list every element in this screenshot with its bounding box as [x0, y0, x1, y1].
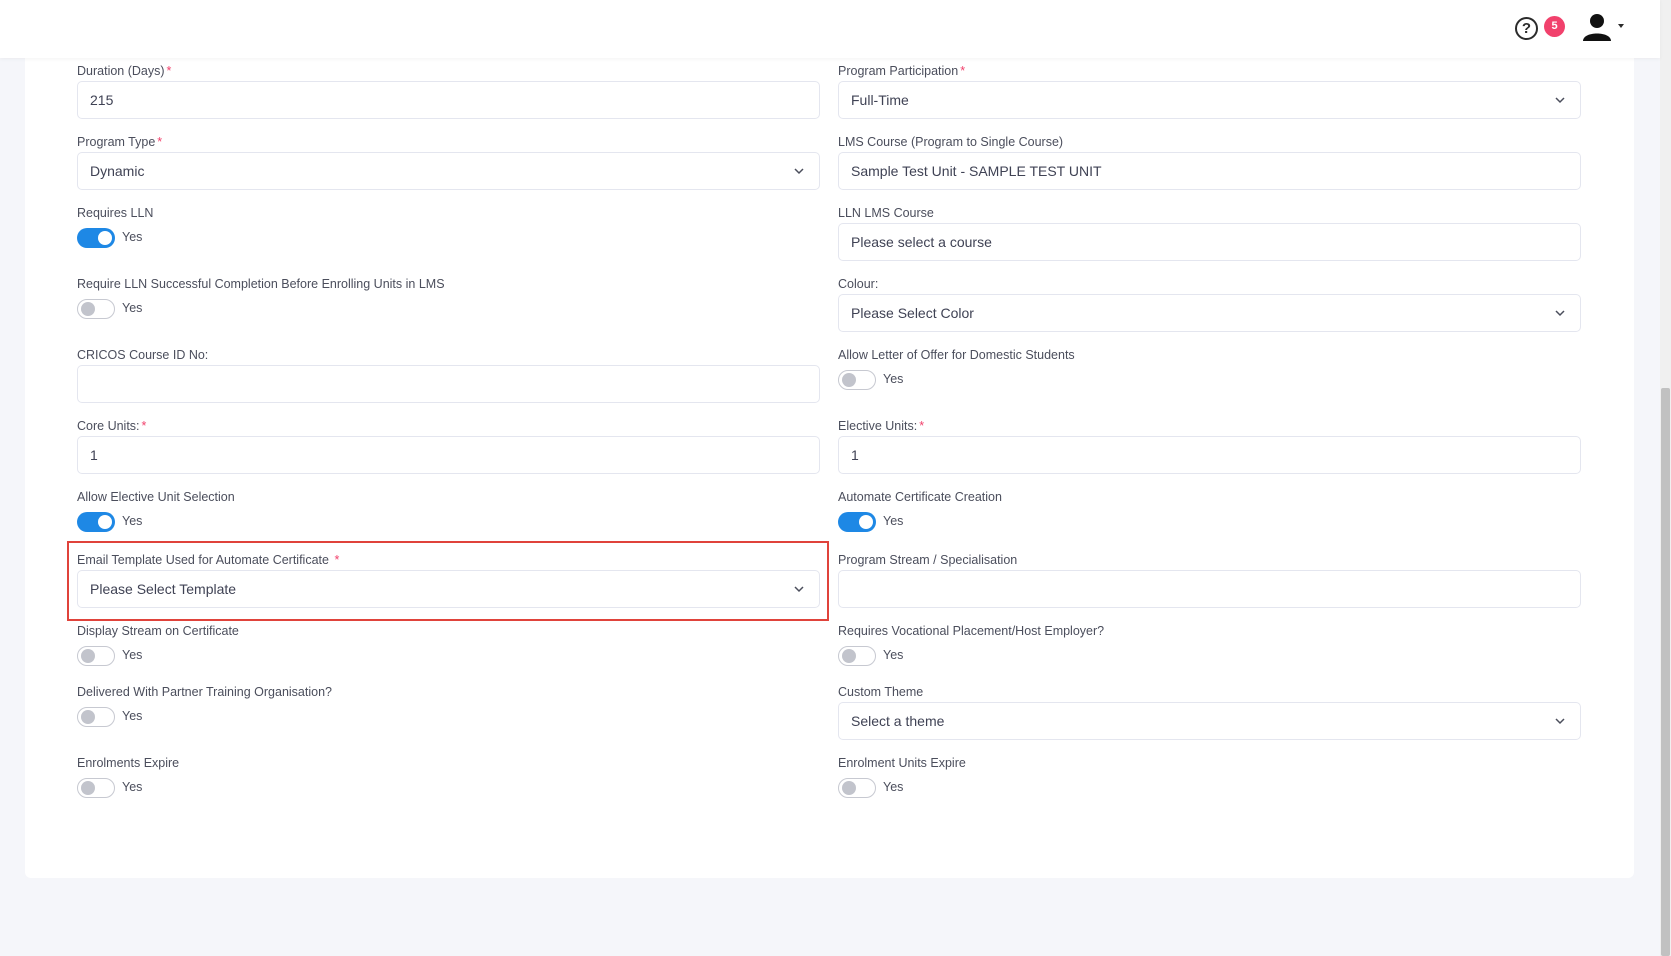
- enrolment-units-expire-label: Enrolment Units Expire: [838, 756, 966, 770]
- caret-down-icon: [1618, 24, 1624, 28]
- required-asterisk: *: [960, 64, 966, 78]
- toggle-knob: [81, 710, 95, 724]
- toggle-knob: [842, 781, 856, 795]
- lln-lms-course-label: LLN LMS Course: [838, 206, 934, 220]
- allow-elective-selection-label: Allow Elective Unit Selection: [77, 490, 235, 504]
- chevron-down-icon: [1555, 97, 1565, 104]
- custom-theme-value: Select a theme: [851, 713, 945, 729]
- toggle-knob: [859, 515, 873, 529]
- required-asterisk: *: [919, 419, 925, 433]
- help-icon[interactable]: ?: [1515, 17, 1538, 40]
- toggle-knob: [98, 515, 112, 529]
- toggle-yes-label: Yes: [122, 709, 143, 723]
- automate-certificate-label: Automate Certificate Creation: [838, 490, 1002, 504]
- duration-label: Duration (Days): [77, 64, 165, 78]
- automate-certificate-toggle[interactable]: [838, 512, 876, 532]
- user-menu[interactable]: [1578, 10, 1628, 46]
- email-template-value: Please Select Template: [90, 581, 237, 597]
- partner-training-toggle[interactable]: [77, 707, 115, 727]
- toggle-yes-label: Yes: [883, 514, 904, 528]
- toggle-yes-label: Yes: [122, 230, 143, 244]
- email-template-select[interactable]: Please Select Template: [77, 570, 820, 608]
- elective-units-input[interactable]: 1: [838, 436, 1581, 474]
- user-avatar-icon: [1583, 14, 1611, 41]
- required-asterisk: *: [166, 64, 172, 78]
- chevron-down-icon: [1555, 310, 1565, 317]
- program-participation-label: Program Participation: [838, 64, 959, 78]
- program-participation-value: Full-Time: [851, 92, 909, 108]
- enrolment-units-expire-toggle[interactable]: [838, 778, 876, 798]
- enrolments-expire-label: Enrolments Expire: [77, 756, 180, 770]
- toggle-knob: [81, 781, 95, 795]
- toggle-yes-label: Yes: [883, 372, 904, 386]
- require-lln-completion-toggle[interactable]: [77, 299, 115, 319]
- program-type-label: Program Type: [77, 135, 156, 149]
- lms-course-label: LMS Course (Program to Single Course): [838, 135, 1064, 149]
- toggle-yes-label: Yes: [122, 648, 143, 662]
- duration-input[interactable]: 215: [77, 81, 820, 119]
- toggle-knob: [81, 302, 95, 316]
- toggle-yes-label: Yes: [122, 301, 143, 315]
- vocational-placement-toggle[interactable]: [838, 646, 876, 666]
- program-type-select[interactable]: Dynamic: [77, 152, 820, 190]
- required-asterisk: *: [157, 135, 163, 149]
- program-stream-label: Program Stream / Specialisation: [838, 553, 1018, 567]
- cricos-id-label: CRICOS Course ID No:: [77, 348, 209, 362]
- allow-letter-of-offer-toggle[interactable]: [838, 370, 876, 390]
- custom-theme-label: Custom Theme: [838, 685, 924, 699]
- required-asterisk: *: [334, 553, 340, 567]
- core-units-label: Core Units:: [77, 419, 140, 433]
- cricos-id-input[interactable]: [77, 365, 820, 403]
- lms-course-input[interactable]: Sample Test Unit - SAMPLE TEST UNIT: [838, 152, 1581, 190]
- requires-lln-toggle[interactable]: [77, 228, 115, 248]
- enrolments-expire-toggle[interactable]: [77, 778, 115, 798]
- requires-lln-label: Requires LLN: [77, 206, 154, 220]
- email-template-label: Email Template Used for Automate Certifi…: [77, 553, 329, 567]
- lln-lms-course-input[interactable]: Please select a course: [838, 223, 1581, 261]
- program-type-value: Dynamic: [90, 163, 145, 179]
- toggle-knob: [842, 649, 856, 663]
- toggle-yes-label: Yes: [883, 780, 904, 794]
- vocational-placement-label: Requires Vocational Placement/Host Emplo…: [838, 624, 1105, 638]
- display-stream-toggle[interactable]: [77, 646, 115, 666]
- chevron-down-icon: [794, 586, 804, 593]
- require-lln-completion-label: Require LLN Successful Completion Before…: [77, 277, 445, 291]
- scrollbar-thumb[interactable]: [1661, 388, 1670, 956]
- notification-badge[interactable]: 5: [1544, 16, 1565, 37]
- custom-theme-select[interactable]: Select a theme: [838, 702, 1581, 740]
- display-stream-label: Display Stream on Certificate: [77, 624, 239, 638]
- required-asterisk: *: [141, 419, 147, 433]
- chevron-down-icon: [794, 168, 804, 175]
- partner-training-label: Delivered With Partner Training Organisa…: [77, 685, 332, 699]
- toggle-yes-label: Yes: [122, 780, 143, 794]
- allow-letter-of-offer-label: Allow Letter of Offer for Domestic Stude…: [838, 348, 1075, 362]
- program-participation-select[interactable]: Full-Time: [838, 81, 1581, 119]
- toggle-knob: [842, 373, 856, 387]
- toggle-knob: [81, 649, 95, 663]
- chevron-down-icon: [1555, 718, 1565, 725]
- colour-value: Please Select Color: [851, 305, 974, 321]
- toggle-yes-label: Yes: [122, 514, 143, 528]
- top-bar: ? 5: [0, 0, 1660, 58]
- elective-units-label: Elective Units:: [838, 419, 918, 433]
- toggle-yes-label: Yes: [883, 648, 904, 662]
- core-units-input[interactable]: 1: [77, 436, 820, 474]
- toggle-knob: [98, 231, 112, 245]
- colour-label: Colour:: [838, 277, 879, 291]
- program-stream-input[interactable]: [838, 570, 1581, 608]
- allow-elective-selection-toggle[interactable]: [77, 512, 115, 532]
- colour-select[interactable]: Please Select Color: [838, 294, 1581, 332]
